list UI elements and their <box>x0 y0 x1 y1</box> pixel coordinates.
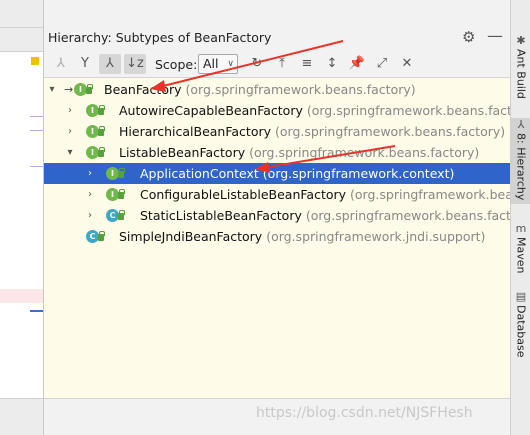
panel-title: Hierarchy: Subtypes of BeanFactory <box>48 30 271 45</box>
tool-tab-label: 8: Hierarchy <box>514 133 528 201</box>
panel-header: Hierarchy: Subtypes of BeanFactory ⚙ — <box>44 24 510 50</box>
pin-icon[interactable]: 📌 <box>346 54 368 74</box>
caret-line-marker <box>30 310 43 312</box>
root-marker-icon: → <box>64 83 74 96</box>
panel-subtitle: Subtypes of BeanFactory <box>115 30 272 45</box>
tree-row[interactable]: › I ConfigurableListableBeanFactory (org… <box>44 184 510 205</box>
collapse-all-icon[interactable]: ≡ <box>296 54 318 74</box>
editor-area[interactable] <box>0 52 43 435</box>
tool-tab-database[interactable]: ▤ Database <box>511 290 530 362</box>
watermark: https://blog.csdn.net/NJSFHesh <box>256 405 473 421</box>
tool-tab-ant-build[interactable]: ✱ Ant Build <box>511 34 530 103</box>
chevron-right-icon[interactable]: › <box>64 100 76 121</box>
tool-tab-maven[interactable]: m Maven <box>511 222 530 277</box>
ide-window: Hierarchy: Subtypes of BeanFactory ⚙ — ⅄… <box>0 0 530 435</box>
refresh-icon[interactable]: ↻ <box>246 54 268 74</box>
tree-row[interactable]: ▾ I ListableBeanFactory (org.springframe… <box>44 142 510 163</box>
panel-title-label: Hierarchy: <box>48 30 112 45</box>
chevron-right-icon[interactable]: › <box>84 205 96 226</box>
tree-row-name: StaticListableBeanFactory <box>140 208 302 223</box>
chevron-right-icon[interactable]: › <box>84 163 96 184</box>
hierarchy-panel: Hierarchy: Subtypes of BeanFactory ⚙ — ⅄… <box>44 0 510 435</box>
tree-row-selected[interactable]: › I ApplicationContext (org.springframew… <box>44 163 510 184</box>
tool-tab-label: Maven <box>514 237 528 274</box>
tree-row-name: ListableBeanFactory <box>119 145 246 160</box>
lock-icon <box>98 126 105 136</box>
navigate-icon[interactable]: ⤢ <box>371 54 393 74</box>
change-marker <box>30 130 43 131</box>
editor-breadcrumb-bar <box>0 28 44 52</box>
tree-row-label: BeanFactory (org.springframework.beans.f… <box>104 79 416 100</box>
lock-icon <box>118 210 125 220</box>
warning-marker[interactable] <box>31 57 39 65</box>
type-hierarchy-icon[interactable]: ⅄ <box>50 54 72 74</box>
sort-alphabetically-icon[interactable]: ↓z <box>124 54 146 74</box>
editor-bottom-bar <box>0 398 43 435</box>
close-icon[interactable]: ✕ <box>396 54 418 74</box>
subtypes-icon[interactable]: ⅄ <box>99 54 121 74</box>
hierarchy-tree: ▾ → I BeanFactory (org.springframework.b… <box>44 78 510 398</box>
hide-panel-icon[interactable]: — <box>487 26 503 45</box>
tree-row-name: SimpleJndiBeanFactory <box>119 229 263 244</box>
tree-row-package: (org.springframework.beans.facto <box>350 187 510 202</box>
change-marker <box>30 166 43 167</box>
tree-row-label: SimpleJndiBeanFactory (org.springframewo… <box>119 226 485 247</box>
tree-row-label: ApplicationContext (org.springframework.… <box>140 163 454 184</box>
expand-all-icon[interactable]: ⤒ <box>271 54 293 74</box>
tree-row[interactable]: ▾ → I BeanFactory (org.springframework.b… <box>44 79 510 100</box>
tree-row-package: (org.springframework.beans.factory.su <box>305 208 510 223</box>
hierarchy-toolbar: ⅄ Y ⅄ ↓z Scope: All ∨ ↻ ⤒ ≡ ↕ 📌 ⤢ ✕ <box>44 50 510 78</box>
tree-row-package: (org.springframework.beans.factory) <box>185 82 416 97</box>
lock-icon <box>118 168 125 178</box>
hierarchy-icon: ⅄ <box>517 118 525 131</box>
scope-label: Scope: <box>155 57 198 72</box>
gear-icon[interactable]: ⚙ <box>462 28 475 46</box>
tool-tab-label: Database <box>514 305 528 358</box>
tree-row[interactable]: › C StaticListableBeanFactory (org.sprin… <box>44 205 510 226</box>
tool-tab-hierarchy[interactable]: ⅄ 8: Hierarchy <box>511 118 530 205</box>
tool-tab-label: Ant Build <box>514 49 528 99</box>
tree-row-name: ApplicationContext <box>140 166 259 181</box>
lock-icon <box>98 231 105 241</box>
tree-row[interactable]: › I AutowireCapableBeanFactory (org.spri… <box>44 100 510 121</box>
tree-row-name: AutowireCapableBeanFactory <box>119 103 303 118</box>
tree-row[interactable]: C SimpleJndiBeanFactory (org.springframe… <box>44 226 510 247</box>
tree-row[interactable]: › I HierarchicalBeanFactory (org.springf… <box>44 121 510 142</box>
tree-row-label: ListableBeanFactory (org.springframework… <box>119 142 479 163</box>
change-marker <box>30 116 43 117</box>
tree-row-package: (org.springframework.beans.factory.c <box>306 103 510 118</box>
tree-row-package: (org.springframework.beans.factory) <box>275 124 506 139</box>
tree-row-label: HierarchicalBeanFactory (org.springframe… <box>119 121 505 142</box>
highlighted-line <box>0 289 43 303</box>
tree-row-label: StaticListableBeanFactory (org.springfra… <box>140 205 510 226</box>
right-tool-strip: ✱ Ant Build ⅄ 8: Hierarchy m Maven ▤ Dat… <box>510 0 530 435</box>
chevron-down-icon[interactable]: ▾ <box>64 142 76 163</box>
editor-tab-bar <box>0 0 44 28</box>
tree-row-name: ConfigurableListableBeanFactory <box>140 187 347 202</box>
autoscroll-icon[interactable]: ↕ <box>321 54 343 74</box>
ant-icon: ✱ <box>516 34 526 47</box>
chevron-down-icon: ∨ <box>227 59 234 69</box>
tree-row-package: (org.springframework.beans.factory) <box>249 145 480 160</box>
tree-row-name: BeanFactory <box>104 82 182 97</box>
lock-icon <box>98 147 105 157</box>
maven-icon: m <box>515 222 527 235</box>
tree-row-package: (org.springframework.jndi.support) <box>266 229 486 244</box>
lock-icon <box>118 189 125 199</box>
tree-row-label: AutowireCapableBeanFactory (org.springfr… <box>119 100 510 121</box>
scope-select[interactable]: All ∨ <box>198 54 238 74</box>
chevron-right-icon[interactable]: › <box>84 184 96 205</box>
scope-value: All <box>203 56 219 71</box>
lock-icon <box>86 84 93 94</box>
chevron-right-icon[interactable]: › <box>64 121 76 142</box>
tree-row-label: ConfigurableListableBeanFactory (org.spr… <box>140 184 510 205</box>
database-icon: ▤ <box>515 290 527 303</box>
lock-icon <box>98 105 105 115</box>
supertypes-icon[interactable]: Y <box>74 54 96 74</box>
tree-row-package: (org.springframework.context) <box>262 166 455 181</box>
chevron-down-icon[interactable]: ▾ <box>46 79 58 100</box>
tree-row-name: HierarchicalBeanFactory <box>119 124 272 139</box>
